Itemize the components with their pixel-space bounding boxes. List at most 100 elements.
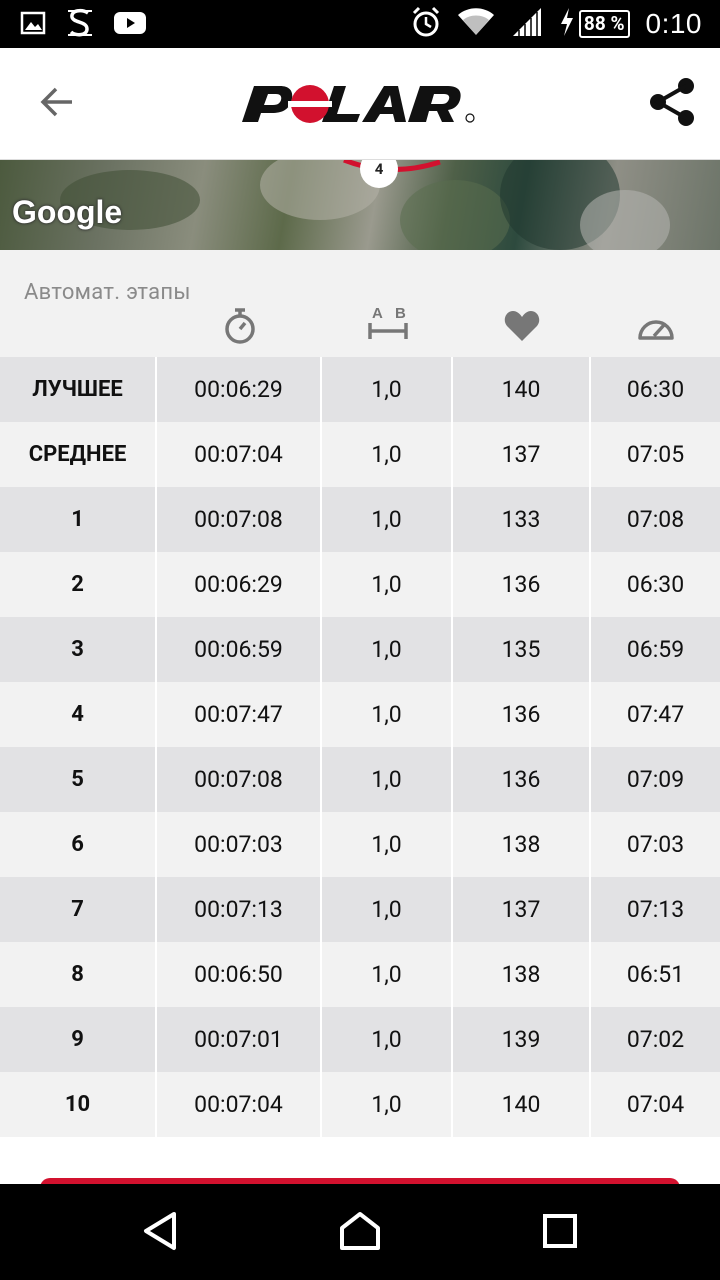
label-b: B — [395, 305, 406, 322]
lap-pace-cell: 07:04 — [626, 1091, 685, 1118]
route-map[interactable]: 4 Google — [0, 160, 720, 250]
lap-time-cell: 00:07:04 — [157, 422, 322, 487]
lap-name-cell: ЛУЧШЕЕ — [0, 357, 157, 422]
lap-name-cell: 3 — [0, 617, 157, 682]
map-terrain — [580, 190, 670, 250]
lap-pace-cell: 07:03 — [626, 831, 685, 858]
recents-icon — [541, 1212, 579, 1254]
table-row[interactable]: 1 00:07:08 1,0 133 07:08 — [0, 487, 720, 552]
lap-distance-cell: 1,0 — [322, 552, 453, 617]
stopwatch-icon — [222, 307, 258, 349]
table-row[interactable]: СРЕДНЕЕ 00:07:04 1,0 137 07:05 — [0, 422, 720, 487]
lap-time-cell: 00:07:04 — [157, 1072, 322, 1137]
lap-pace-cell: 06:30 — [626, 376, 685, 403]
table-row[interactable]: ЛУЧШЕЕ 00:06:29 1,0 140 06:30 — [0, 357, 720, 422]
lap-heart-rate-cell: 137 — [453, 877, 591, 942]
share-button[interactable] — [642, 76, 702, 132]
lap-distance-cell: 1,0 — [322, 812, 453, 877]
back-button[interactable] — [28, 80, 84, 128]
lap-heart-rate-cell: 140 — [453, 1072, 591, 1137]
charging-icon — [559, 8, 575, 40]
lap-name-cell: 9 — [0, 1007, 157, 1072]
image-icon — [20, 10, 46, 40]
lap-name-cell: 1 — [0, 487, 157, 552]
table-row[interactable]: 9 00:07:01 1,0 139 07:02 — [0, 1007, 720, 1072]
table-row[interactable]: 3 00:06:59 1,0 135 06:59 — [0, 617, 720, 682]
nav-recents-button[interactable] — [532, 1208, 588, 1258]
share-icon — [647, 77, 697, 131]
table-row[interactable]: 5 00:07:08 1,0 136 07:09 — [0, 747, 720, 812]
google-logo: Google — [12, 194, 123, 230]
lap-pace-cell: 07:02 — [626, 1026, 685, 1053]
lap-pace-cell: 06:51 — [626, 961, 685, 988]
lap-pace-cell: 06:59 — [626, 636, 685, 663]
lap-time-cell: 00:07:01 — [157, 1007, 322, 1072]
lap-time-cell: 00:06:29 — [157, 552, 322, 617]
column-header-time — [157, 308, 322, 348]
auto-laps-section: Автомат. этапы A B ЛУЧШЕЕ 00:06:29 1,0 1… — [0, 250, 720, 1198]
lap-time-cell: 00:06:29 — [157, 357, 322, 422]
lap-distance-cell: 1,0 — [322, 1072, 453, 1137]
lap-pace-cell: 07:13 — [626, 896, 685, 923]
lap-name-cell: 2 — [0, 552, 157, 617]
system-icons: 88 % 0:10 — [411, 6, 702, 42]
lap-name-cell: 4 — [0, 682, 157, 747]
table-row[interactable]: 8 00:06:50 1,0 138 06:51 — [0, 942, 720, 1007]
lap-name-cell: 5 — [0, 747, 157, 812]
table-row[interactable]: 10 00:07:04 1,0 140 07:04 — [0, 1072, 720, 1137]
wifi-icon — [457, 7, 495, 41]
lap-heart-rate-cell: 136 — [453, 747, 591, 812]
nav-home-button[interactable] — [332, 1208, 388, 1258]
home-icon — [338, 1210, 382, 1256]
alarm-icon — [411, 6, 441, 42]
app-bar — [0, 48, 720, 160]
notification-icons — [20, 8, 146, 42]
lap-pace-cell: 07:09 — [626, 766, 685, 793]
lap-distance-cell: 1,0 — [322, 747, 453, 812]
lap-time-cell: 00:06:50 — [157, 942, 322, 1007]
distance-ab-icon: A B — [366, 303, 410, 347]
lap-time-cell: 00:07:47 — [157, 682, 322, 747]
table-row[interactable]: 2 00:06:29 1,0 136 06:30 — [0, 552, 720, 617]
clock: 0:10 — [645, 8, 702, 39]
lap-pace-cell: 06:30 — [626, 571, 685, 598]
youtube-icon — [114, 11, 146, 39]
lap-distance-cell: 1,0 — [322, 1007, 453, 1072]
lap-distance-cell: 1,0 — [322, 487, 453, 552]
battery-percent: 88 % — [578, 10, 630, 38]
lap-time-cell: 00:07:03 — [157, 812, 322, 877]
laps-table-body: ЛУЧШЕЕ 00:06:29 1,0 140 06:30 СРЕДНЕЕ 00:07:04… — [0, 357, 720, 1137]
table-row[interactable]: 4 00:07:47 1,0 136 07:47 — [0, 682, 720, 747]
column-header-distance: A B — [322, 302, 453, 348]
lap-distance-cell: 1,0 — [322, 357, 453, 422]
laps-table-header: Автомат. этапы A B — [0, 250, 720, 357]
battery-indicator: 88 % — [559, 8, 630, 40]
s-app-icon — [66, 8, 94, 42]
heart-icon — [504, 310, 540, 346]
navigation-bar — [0, 1184, 720, 1280]
lap-heart-rate-cell: 138 — [453, 942, 591, 1007]
lap-distance-cell: 1,0 — [322, 877, 453, 942]
signal-icon — [511, 6, 543, 42]
lap-name-cell: 10 — [0, 1072, 157, 1137]
arrow-left-icon — [38, 86, 74, 122]
lap-heart-rate-cell: 139 — [453, 1007, 591, 1072]
lap-pace-cell: 07:08 — [626, 506, 685, 533]
nav-back-button[interactable] — [132, 1208, 188, 1258]
table-row[interactable]: 7 00:07:13 1,0 137 07:13 — [0, 877, 720, 942]
pace-gauge-icon — [636, 311, 676, 345]
lap-heart-rate-cell: 138 — [453, 812, 591, 877]
map-terrain — [400, 180, 510, 250]
lap-heart-rate-cell: 133 — [453, 487, 591, 552]
lap-pace-cell: 07:47 — [626, 701, 685, 728]
lap-pace-cell: 07:05 — [626, 441, 685, 468]
lap-distance-cell: 1,0 — [322, 422, 453, 487]
status-bar: 88 % 0:10 — [0, 0, 720, 48]
lap-name-cell: 7 — [0, 877, 157, 942]
lap-heart-rate-cell: 136 — [453, 552, 591, 617]
table-row[interactable]: 6 00:07:03 1,0 138 07:03 — [0, 812, 720, 877]
lap-time-cell: 00:07:13 — [157, 877, 322, 942]
lap-name-cell: СРЕДНЕЕ — [0, 422, 157, 487]
lap-distance-cell: 1,0 — [322, 617, 453, 682]
column-header-heart-rate — [453, 308, 591, 348]
